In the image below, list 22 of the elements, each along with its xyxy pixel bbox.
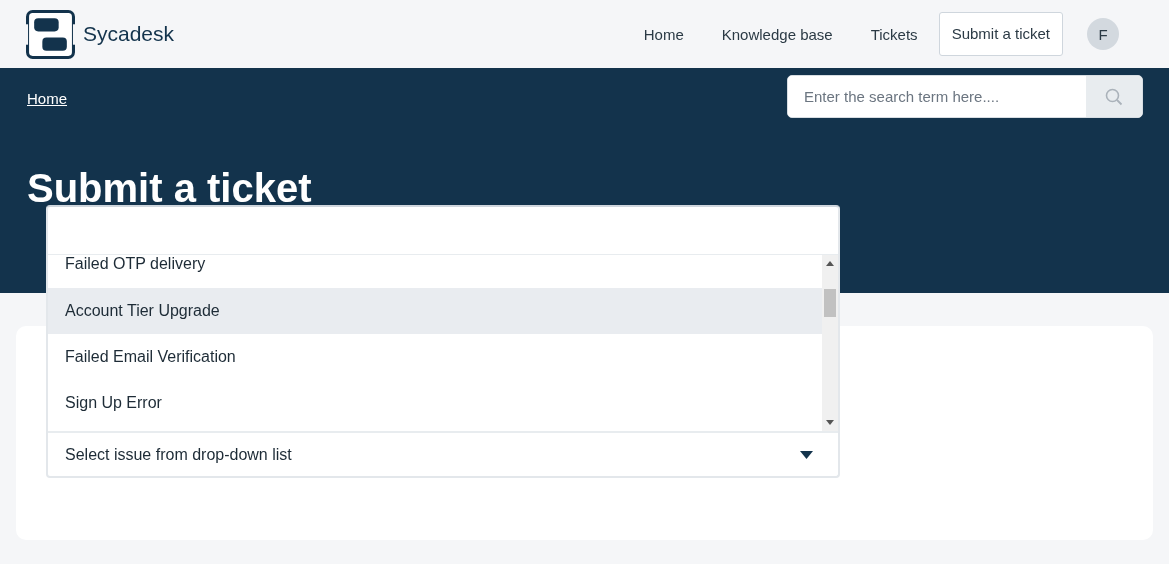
page-heading: Submit a ticket	[27, 166, 313, 210]
nav-link[interactable]: Tickets	[870, 25, 918, 43]
nav-link[interactable]: Knowledge base	[721, 25, 833, 43]
search-button[interactable]	[1086, 76, 1142, 117]
issue-select[interactable]: Select issue from drop-down list	[48, 433, 838, 476]
scrollbar-thumb[interactable]	[824, 289, 836, 317]
submit-ticket-button[interactable]: Submit a ticket	[938, 12, 1063, 56]
dropdown-option[interactable]: Failed Email Verification	[48, 334, 822, 380]
search-field[interactable]: Enter the search term here....	[787, 75, 1143, 118]
search-icon	[1105, 87, 1123, 106]
user-avatar[interactable]: F	[1087, 18, 1119, 50]
dropdown-option[interactable]: Failed OTP delivery	[48, 255, 822, 288]
scroll-down-icon[interactable]	[826, 420, 834, 425]
logo-icon	[26, 9, 75, 59]
scroll-up-icon[interactable]	[826, 261, 834, 266]
nav-link[interactable]: Home	[643, 25, 684, 43]
brand-name[interactable]: Sycadesk	[83, 22, 175, 46]
caret-icon	[800, 450, 813, 459]
dropdown-option[interactable]: Sign Up Error	[48, 380, 822, 426]
dropdown-option[interactable]: Account Tier Upgrade	[48, 288, 822, 334]
scrollbar[interactable]	[822, 255, 838, 431]
breadcrumb-link[interactable]: Home	[27, 90, 67, 107]
